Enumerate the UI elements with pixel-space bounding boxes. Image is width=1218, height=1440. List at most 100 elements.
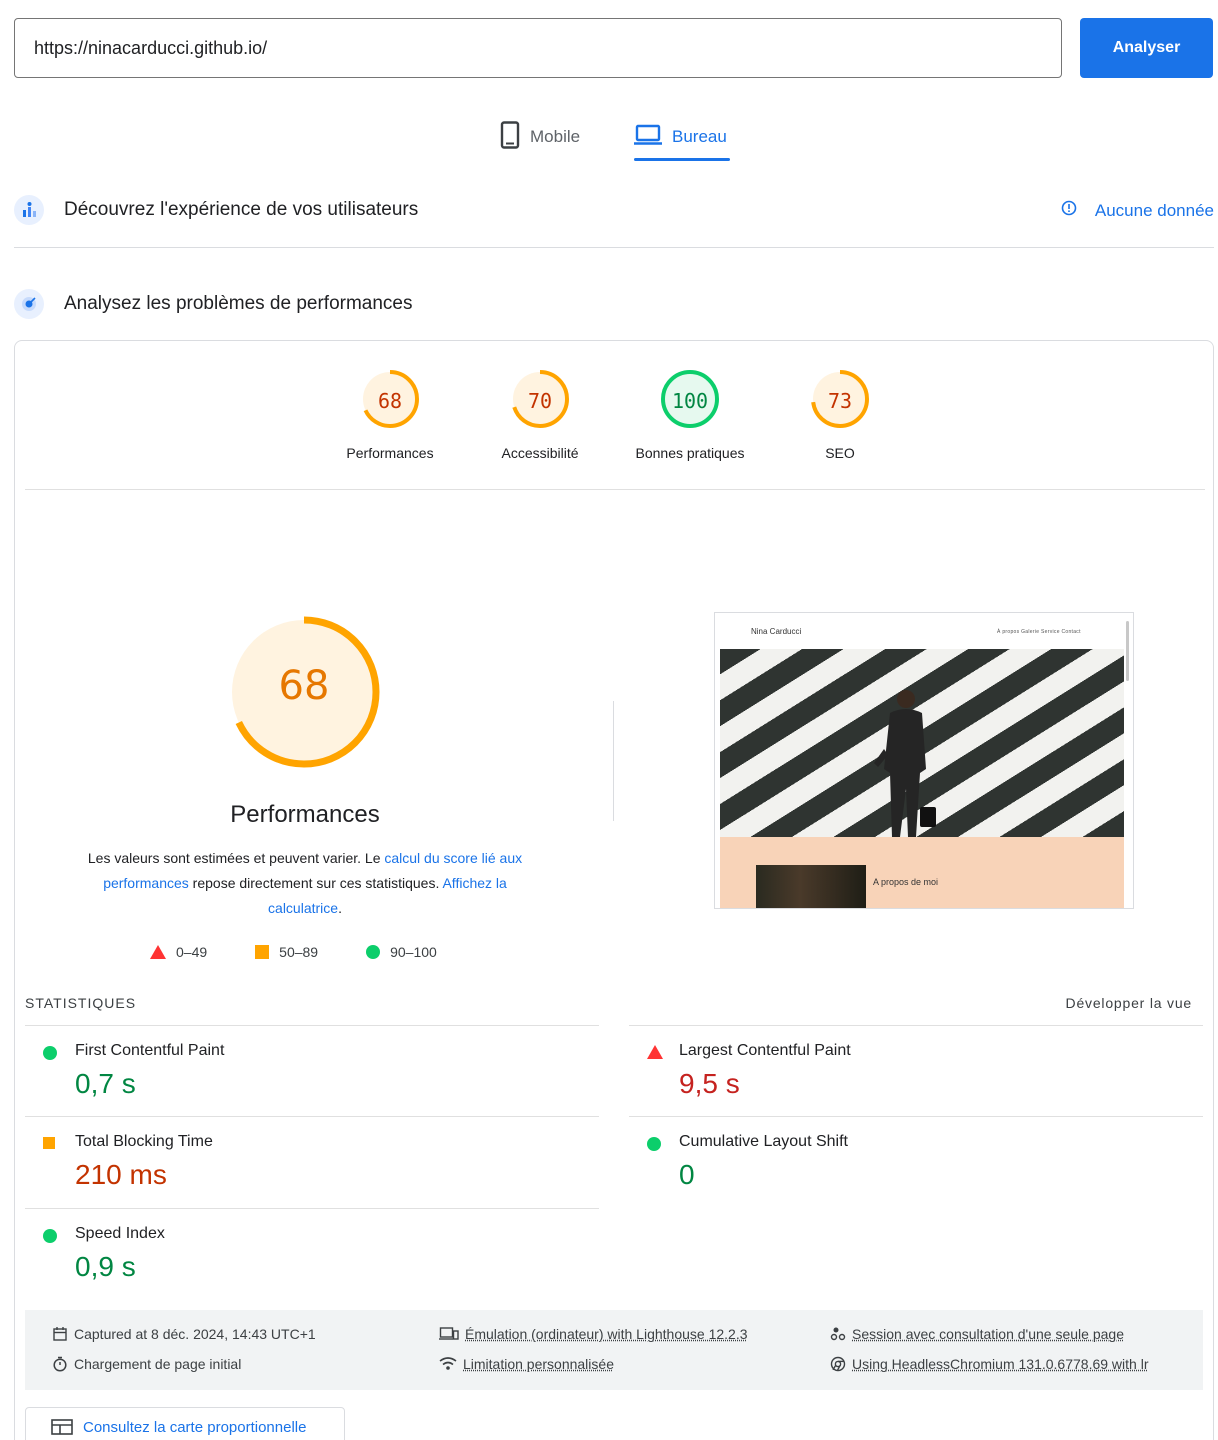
expand-view-toggle[interactable]: Développer la vue <box>1066 995 1192 1011</box>
no-data-link[interactable]: Aucune donnée <box>1061 200 1214 221</box>
performance-description: Les valeurs sont estimées et peuvent var… <box>65 846 545 921</box>
screenshot-nav: À propos Galerie Service Contact <box>997 629 1081 635</box>
initial-load-text: Chargement de page initial <box>74 1356 241 1372</box>
screenshot-about-section: A propos de moi <box>720 837 1124 909</box>
session-info[interactable]: Session avec consultation d'une seule pa… <box>830 1326 1124 1342</box>
score-gauges: 68 Performances 70 Accessibilité 100 Bon… <box>15 369 1215 469</box>
initial-load: Chargement de page initial <box>52 1356 241 1372</box>
metric-label: Speed Index <box>75 1225 165 1243</box>
screenshot-about-text: A propos de moi <box>873 877 938 887</box>
legend-range: 50–89 <box>279 944 318 960</box>
gauge-seo[interactable]: 73 SEO <box>770 369 910 461</box>
circle-icon <box>366 945 380 959</box>
treemap-button[interactable]: Consultez la carte proportionnelle <box>25 1407 345 1440</box>
devices-icon <box>439 1326 459 1342</box>
pass-circle-icon <box>647 1137 661 1151</box>
pass-circle-icon <box>43 1229 57 1243</box>
stopwatch-icon <box>52 1356 68 1372</box>
session-text: Session avec consultation d'une seule pa… <box>852 1326 1124 1342</box>
metric-value: 9,5 s <box>679 1068 740 1100</box>
metric-si: Speed Index 0,9 s <box>25 1208 599 1299</box>
wifi-icon <box>439 1356 457 1372</box>
gauge-label: Performances <box>346 445 433 461</box>
metric-label: Cumulative Layout Shift <box>679 1133 848 1151</box>
legend-range: 90–100 <box>390 944 437 960</box>
legend-average: 50–89 <box>255 944 318 960</box>
metric-value: 210 ms <box>75 1159 167 1191</box>
fail-triangle-icon <box>647 1045 663 1059</box>
phone-icon <box>500 121 520 154</box>
metric-value: 0 <box>679 1159 695 1191</box>
gauges-divider <box>25 489 1205 490</box>
gauge-label: Accessibilité <box>501 445 578 461</box>
browser-text: Using HeadlessChromium 131.0.6778.69 wit… <box>852 1356 1148 1372</box>
section-divider <box>14 247 1214 248</box>
users-chart-icon <box>14 195 44 225</box>
calendar-icon <box>52 1326 68 1342</box>
tab-desktop-label: Bureau <box>672 127 727 147</box>
lighthouse-report: 68 Performances 70 Accessibilité 100 Bon… <box>14 340 1214 1440</box>
no-data-label: Aucune donnée <box>1095 201 1214 221</box>
url-input[interactable] <box>14 18 1062 78</box>
field-data-title: Découvrez l'expérience de vos utilisateu… <box>64 199 418 221</box>
screenshot-scrollbar <box>1126 621 1129 681</box>
metric-label: Total Blocking Time <box>75 1133 213 1151</box>
metric-value: 0,9 s <box>75 1251 136 1283</box>
screenshot-site-name: Nina Carducci <box>751 627 801 636</box>
emulation-text: Émulation (ordinateur) with Lighthouse 1… <box>465 1326 748 1342</box>
field-data-section: Découvrez l'expérience de vos utilisateu… <box>14 190 1214 230</box>
device-tabs: Mobile Bureau <box>0 112 1218 162</box>
gauge-accessibility[interactable]: 70 Accessibilité <box>470 369 610 461</box>
laptop-icon <box>634 124 662 151</box>
legend-pass: 90–100 <box>366 944 437 960</box>
captured-at: Captured at 8 déc. 2024, 14:43 UTC+1 <box>52 1326 316 1342</box>
gauge-value: 100 <box>620 389 760 413</box>
legend-fail: 0–49 <box>150 944 207 960</box>
gauge-label: Bonnes pratiques <box>636 445 745 461</box>
metric-label: First Contentful Paint <box>75 1042 224 1060</box>
legend-range: 0–49 <box>176 944 207 960</box>
square-icon <box>255 945 269 959</box>
screenshot-portrait <box>756 865 866 909</box>
emulation-info[interactable]: Émulation (ordinateur) with Lighthouse 1… <box>439 1326 748 1342</box>
throttling-info[interactable]: Limitation personnalisée <box>439 1356 614 1372</box>
score-legend: 0–49 50–89 90–100 <box>150 944 485 960</box>
analyze-button[interactable]: Analyser <box>1080 18 1213 78</box>
browser-info[interactable]: Using HeadlessChromium 131.0.6778.69 wit… <box>830 1356 1148 1372</box>
run-info: Captured at 8 déc. 2024, 14:43 UTC+1 Cha… <box>25 1310 1203 1390</box>
gauge-value: 73 <box>770 389 910 413</box>
tab-desktop[interactable]: Bureau <box>634 112 727 162</box>
desc-text: repose directement sur ces statistiques. <box>189 875 443 891</box>
treemap-label: Consultez la carte proportionnelle <box>83 1419 306 1436</box>
vertical-divider <box>613 701 614 821</box>
final-screenshot[interactable]: Nina Carducci À propos Galerie Service C… <box>714 612 1134 909</box>
average-square-icon <box>43 1137 55 1149</box>
info-icon <box>1061 200 1077 221</box>
gauge-best-practices[interactable]: 100 Bonnes pratiques <box>620 369 760 461</box>
screenshot-hero-image <box>720 649 1124 837</box>
metric-value: 0,7 s <box>75 1068 136 1100</box>
treemap-icon <box>51 1419 73 1435</box>
metric-tbt: Total Blocking Time 210 ms <box>25 1116 599 1207</box>
stats-title: STATISTIQUES <box>25 995 136 1011</box>
captured-text: Captured at 8 déc. 2024, 14:43 UTC+1 <box>74 1326 316 1342</box>
metric-label: Largest Contentful Paint <box>679 1042 851 1060</box>
session-icon <box>830 1326 846 1342</box>
metric-cls: Cumulative Layout Shift 0 <box>629 1116 1203 1207</box>
lab-data-section: Analysez les problèmes de performances <box>14 284 1214 324</box>
gauge-performance[interactable]: 68 Performances <box>320 369 460 461</box>
metric-lcp: Largest Contentful Paint 9,5 s <box>629 1025 1203 1116</box>
desc-text: . <box>338 900 342 916</box>
triangle-icon <box>150 945 166 959</box>
gauge-label: SEO <box>825 445 855 461</box>
gauge-value: 70 <box>470 389 610 413</box>
performance-icon <box>14 289 44 319</box>
active-tab-indicator <box>634 158 730 161</box>
tab-mobile[interactable]: Mobile <box>500 112 580 162</box>
performance-score: 68 <box>228 663 380 709</box>
gauge-value: 68 <box>320 389 460 413</box>
metric-fcp: First Contentful Paint 0,7 s <box>25 1025 599 1116</box>
person-silhouette <box>868 689 938 837</box>
chrome-icon <box>830 1356 846 1372</box>
pass-circle-icon <box>43 1046 57 1060</box>
